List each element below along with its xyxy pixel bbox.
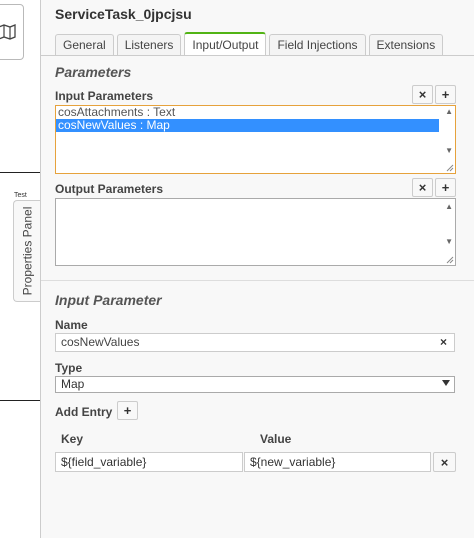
- diagram-connection-line: [0, 400, 40, 401]
- name-input-value: cosNewValues: [61, 335, 140, 349]
- input-parameters-list[interactable]: cosAttachments : Text cosNewValues : Map…: [55, 105, 456, 174]
- scroll-down-icon[interactable]: ▼: [445, 237, 453, 246]
- resize-grip-icon[interactable]: [446, 164, 454, 172]
- remove-entry-button[interactable]: ×: [433, 452, 456, 472]
- tab-bar: General Listeners Input/Output Field Inj…: [55, 32, 446, 56]
- add-entry-label: Add Entry: [55, 405, 113, 419]
- scroll-up-icon[interactable]: ▲: [445, 107, 453, 116]
- canvas-tool-button[interactable]: [0, 4, 24, 60]
- type-select-value: Map: [61, 377, 85, 391]
- output-parameters-list[interactable]: ▲ ▼: [55, 198, 456, 266]
- list-item[interactable]: cosNewValues : Map: [56, 119, 439, 132]
- remove-input-parameter-button[interactable]: ×: [412, 85, 433, 104]
- tab-listeners[interactable]: Listeners: [116, 34, 182, 56]
- panel-title: ServiceTask_0jpcjsu: [55, 6, 192, 22]
- plus-icon: +: [441, 180, 450, 195]
- input-parameters-label: Input Parameters: [55, 89, 154, 103]
- chevron-down-icon: [442, 380, 450, 386]
- input-parameter-group-title: Input Parameter: [55, 292, 162, 308]
- name-input[interactable]: cosNewValues ×: [55, 333, 455, 352]
- panel-header: ServiceTask_0jpcjsu General Listeners In…: [41, 0, 474, 56]
- type-select[interactable]: Map: [55, 376, 455, 393]
- close-icon: ×: [418, 180, 427, 195]
- entry-value-value: ${new_variable}: [250, 455, 336, 469]
- tab-input-output[interactable]: Input/Output: [184, 32, 267, 56]
- entry-value-input[interactable]: ${new_variable}: [244, 452, 431, 472]
- plus-icon: +: [123, 403, 132, 418]
- output-parameters-label: Output Parameters: [55, 182, 164, 196]
- section-divider: [41, 280, 474, 281]
- tab-general[interactable]: General: [55, 34, 114, 56]
- value-column-header: Value: [260, 432, 292, 446]
- key-column-header: Key: [61, 432, 84, 446]
- add-entry-button[interactable]: +: [117, 401, 138, 420]
- parameters-group-title: Parameters: [55, 64, 132, 80]
- properties-panel: ServiceTask_0jpcjsu General Listeners In…: [40, 0, 474, 538]
- entry-key-input[interactable]: ${field_variable}: [55, 452, 243, 472]
- clear-name-icon[interactable]: ×: [440, 334, 447, 351]
- tab-field-injections[interactable]: Field Injections: [269, 34, 366, 56]
- scroll-up-icon[interactable]: ▲: [445, 202, 453, 211]
- properties-panel-toggle-label: Properties Panel: [20, 206, 35, 296]
- resize-grip-icon[interactable]: [446, 256, 454, 264]
- diagram-element-label: Test: [14, 192, 27, 199]
- name-label: Name: [55, 318, 88, 332]
- plus-icon: +: [441, 87, 450, 102]
- close-icon: ×: [418, 87, 427, 102]
- tab-bar-divider: [41, 55, 474, 56]
- add-input-parameter-button[interactable]: +: [435, 85, 456, 104]
- diagram-canvas[interactable]: Test Properties Panel: [0, 0, 41, 538]
- properties-panel-toggle[interactable]: Properties Panel: [13, 200, 41, 302]
- map-icon: [0, 24, 16, 40]
- type-label: Type: [55, 361, 83, 375]
- remove-output-parameter-button[interactable]: ×: [412, 178, 433, 197]
- tab-extensions[interactable]: Extensions: [368, 34, 444, 56]
- add-output-parameter-button[interactable]: +: [435, 178, 456, 197]
- close-icon: ×: [440, 454, 449, 470]
- scroll-down-icon[interactable]: ▼: [445, 146, 453, 155]
- diagram-connection-line: [0, 172, 40, 173]
- entry-key-value: ${field_variable}: [61, 455, 147, 469]
